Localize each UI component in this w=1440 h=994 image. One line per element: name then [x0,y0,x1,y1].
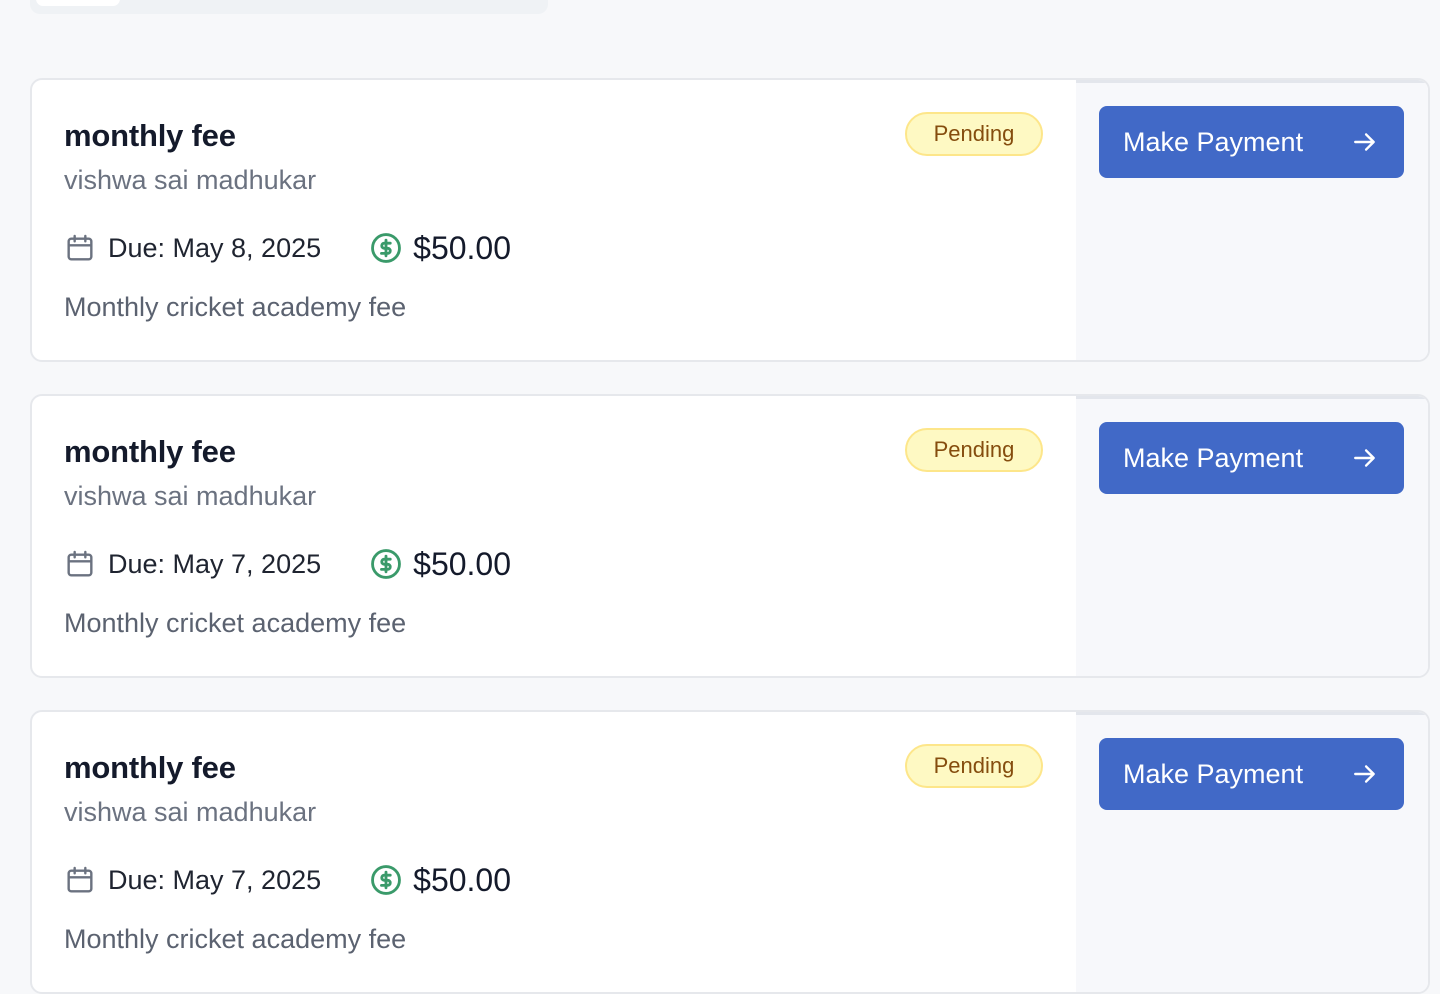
fee-description: Monthly cricket academy fee [64,292,407,322]
fee-card: monthly fee vishwa sai madhukar Pending … [30,710,1430,994]
fee-amount: $50.00 [413,861,512,898]
status-badge: Pending [905,428,1043,472]
arrow-right-icon [1354,449,1375,467]
calendar-icon [67,866,93,893]
make-payment-button[interactable]: Make Payment [1099,738,1404,810]
calendar-icon [67,234,93,261]
fee-description: Monthly cricket academy fee [64,608,407,638]
fee-meta-row: Due: May 7, 2025 $50.00 [64,862,511,898]
fee-title: monthly fee [64,434,236,469]
status-badge: Pending [905,112,1043,156]
status-badge: Pending [905,744,1043,788]
fee-meta-row: Due: May 8, 2025 $50.00 [64,230,511,266]
due-date: Due: May 7, 2025 [108,864,322,895]
fee-description: Monthly cricket academy fee [64,924,407,954]
student-name: vishwa sai madhukar [64,481,317,511]
dollar-circle-icon [371,865,402,895]
make-payment-button[interactable]: Make Payment [1099,106,1404,178]
filter-tab-active[interactable] [36,0,120,6]
fee-card: monthly fee vishwa sai madhukar Pending … [30,394,1430,678]
calendar-icon [67,550,93,577]
student-name: vishwa sai madhukar [64,165,317,195]
dollar-circle-icon [371,233,402,263]
arrow-right-icon [1354,765,1375,783]
fee-meta-row: Due: May 7, 2025 $50.00 [64,546,511,582]
student-name: vishwa sai madhukar [64,797,317,827]
fee-title: monthly fee [64,118,236,153]
due-date: Due: May 7, 2025 [108,548,322,579]
due-date: Due: May 8, 2025 [108,232,322,263]
arrow-right-icon [1354,133,1375,151]
make-payment-label: Make Payment [1123,126,1304,157]
fee-amount: $50.00 [413,545,512,582]
make-payment-button[interactable]: Make Payment [1099,422,1404,494]
dollar-circle-icon [371,549,402,579]
fee-amount: $50.00 [413,229,512,266]
fee-card: monthly fee vishwa sai madhukar Pending … [30,78,1430,362]
make-payment-label: Make Payment [1123,758,1304,789]
filter-tabs-bar [30,0,548,14]
make-payment-label: Make Payment [1123,442,1304,473]
fee-title: monthly fee [64,750,236,785]
